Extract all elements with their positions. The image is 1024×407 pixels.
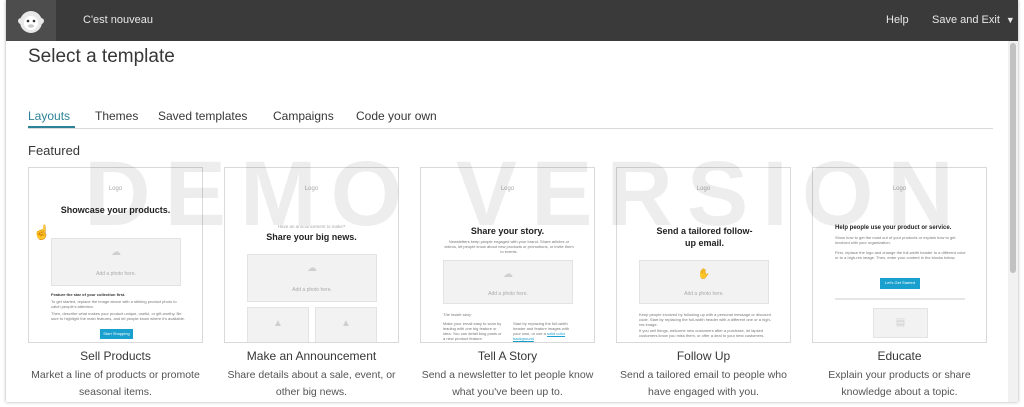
- preview-headline: Share your story.: [470, 226, 545, 236]
- top-bar: C'est nouveau Help Save and Exit ▼: [6, 0, 1018, 41]
- shirt-icon: ▲: [341, 318, 351, 329]
- template-card-tell-a-story[interactable]: Logo Share your story. Newsletters keep …: [420, 167, 595, 401]
- app-frame: C'est nouveau Help Save and Exit ▼ Select…: [6, 0, 1018, 402]
- preview-photo-placeholder: ☁ Add a photo here.: [247, 254, 377, 302]
- mailchimp-logo[interactable]: [6, 0, 56, 41]
- preview-headline: Showcase your products.: [60, 205, 171, 215]
- page-title: Select a template: [28, 46, 175, 67]
- preview-logo: Logo: [892, 186, 907, 192]
- vertical-scrollbar[interactable]: [1008, 41, 1018, 402]
- template-preview[interactable]: Logo Have an announcement to make? Share…: [224, 167, 399, 343]
- hand-icon: ✋: [697, 269, 711, 280]
- preview-photo-placeholder: ☁ Add a photo here.: [51, 238, 181, 286]
- preview-caption: The inside story: [443, 312, 472, 317]
- template-name: Follow Up: [676, 349, 731, 363]
- preview-body-2: If you sell things, welcome new customer…: [639, 328, 765, 338]
- help-link[interactable]: Help: [886, 0, 909, 41]
- preview-body: Newsletters keep people engaged with you…: [444, 239, 574, 254]
- tab-campaigns[interactable]: Campaigns: [273, 109, 334, 123]
- preview-photo-small-right: ▲: [315, 307, 377, 342]
- preview-logo: Logo: [500, 186, 515, 192]
- template-name: Tell A Story: [477, 349, 538, 363]
- preview-photo-placeholder: ☁ Add a photo here.: [443, 260, 573, 304]
- preview-headline: Help people use your product or service.: [835, 225, 952, 231]
- tab-themes[interactable]: Themes: [95, 109, 138, 123]
- preview-divider: [835, 298, 965, 300]
- whats-new-link[interactable]: C'est nouveau: [83, 0, 153, 41]
- shirt-icon: ▲: [273, 318, 283, 329]
- preview-body: Keep people involved by following up wit…: [639, 312, 772, 327]
- template-description: Send a newsletter to let people know wha…: [421, 369, 594, 398]
- template-name: Educate: [877, 349, 922, 363]
- preview-body: Show how to get the most out of your pro…: [835, 235, 956, 245]
- preview-photo-placeholder: ▤: [873, 308, 928, 338]
- template-description: Market a line of products or promote sea…: [31, 369, 200, 398]
- template-card-make-an-announcement[interactable]: Logo Have an announcement to make? Share…: [224, 167, 399, 401]
- tab-saved-templates[interactable]: Saved templates: [158, 109, 247, 123]
- photo-placeholder-text: Add a photo here.: [292, 287, 332, 293]
- tab-code-your-own[interactable]: Code your own: [356, 109, 437, 123]
- preview-body-2: First, replace the logo and change the f…: [835, 250, 966, 260]
- template-description: Share details about a sale, event, or ot…: [227, 369, 396, 398]
- preview-logo: Logo: [696, 186, 711, 192]
- preview-column-2: Start by replacing the full-width header…: [513, 321, 570, 341]
- preview-kicker: Have an announcement to make?: [277, 224, 346, 229]
- active-tab-indicator: [28, 126, 75, 128]
- featured-heading: Featured: [28, 143, 81, 158]
- preview-headline: Send a tailored follow-up email.: [656, 226, 753, 248]
- save-and-exit-label: Save and Exit: [932, 14, 1000, 26]
- preview-photo-placeholder: ✋ Add a photo here.: [639, 260, 769, 304]
- template-preview[interactable]: Logo Showcase your products. ☁ Add a pho…: [28, 167, 203, 343]
- preview-logo: Logo: [304, 186, 319, 192]
- monkey-icon: [18, 10, 44, 33]
- preview-column-1: Make your email easy to scan by leading …: [443, 321, 502, 341]
- template-description: Send a tailored email to people who have…: [620, 369, 787, 398]
- template-preview[interactable]: Logo Help people use your product or ser…: [812, 167, 987, 343]
- preview-logo: Logo: [108, 186, 123, 192]
- preview-photo-small-left: ▲: [247, 307, 309, 342]
- preview-button: Let's Get Started: [880, 278, 920, 289]
- scrollbar-thumb[interactable]: [1010, 43, 1016, 273]
- template-tabs: Layouts Themes Saved templates Campaigns…: [28, 108, 993, 129]
- photo-placeholder-text: Add a photo here.: [96, 271, 136, 277]
- chevron-down-icon: ▼: [1005, 15, 1015, 25]
- template-name: Make an Announcement: [246, 349, 377, 363]
- preview-body-2: Then, describe what makes your product u…: [51, 311, 185, 321]
- photo-placeholder-text: Add a photo here.: [488, 291, 528, 297]
- document-icon: ▤: [895, 317, 906, 328]
- preview-subhead: Feature the star of your collection firs…: [51, 292, 126, 297]
- preview-headline: Share your big news.: [266, 232, 357, 242]
- preview-body: To get started, replace the image above …: [51, 299, 177, 309]
- preview-button: Start Shopping: [100, 329, 133, 339]
- template-card-follow-up[interactable]: Logo Send a tailored follow-up email. ✋ …: [616, 167, 791, 401]
- tab-layouts[interactable]: Layouts: [28, 109, 70, 123]
- image-icon: ☁: [503, 269, 513, 280]
- template-card-educate[interactable]: Logo Help people use your product or ser…: [812, 167, 987, 401]
- template-name: Sell Products: [80, 349, 151, 363]
- save-and-exit-menu[interactable]: Save and Exit ▼: [932, 0, 1015, 41]
- template-description: Explain your products or share knowledge…: [828, 369, 971, 398]
- photo-placeholder-text: Add a photo here.: [684, 291, 724, 297]
- hand-cursor-icon: ☝: [33, 224, 51, 240]
- image-icon: ☁: [111, 247, 121, 258]
- image-icon: ☁: [307, 263, 317, 274]
- template-card-sell-products[interactable]: Logo Showcase your products. ☁ Add a pho…: [28, 167, 203, 401]
- template-preview[interactable]: Logo Share your story. Newsletters keep …: [420, 167, 595, 343]
- template-preview[interactable]: Logo Send a tailored follow-up email. ✋ …: [616, 167, 791, 343]
